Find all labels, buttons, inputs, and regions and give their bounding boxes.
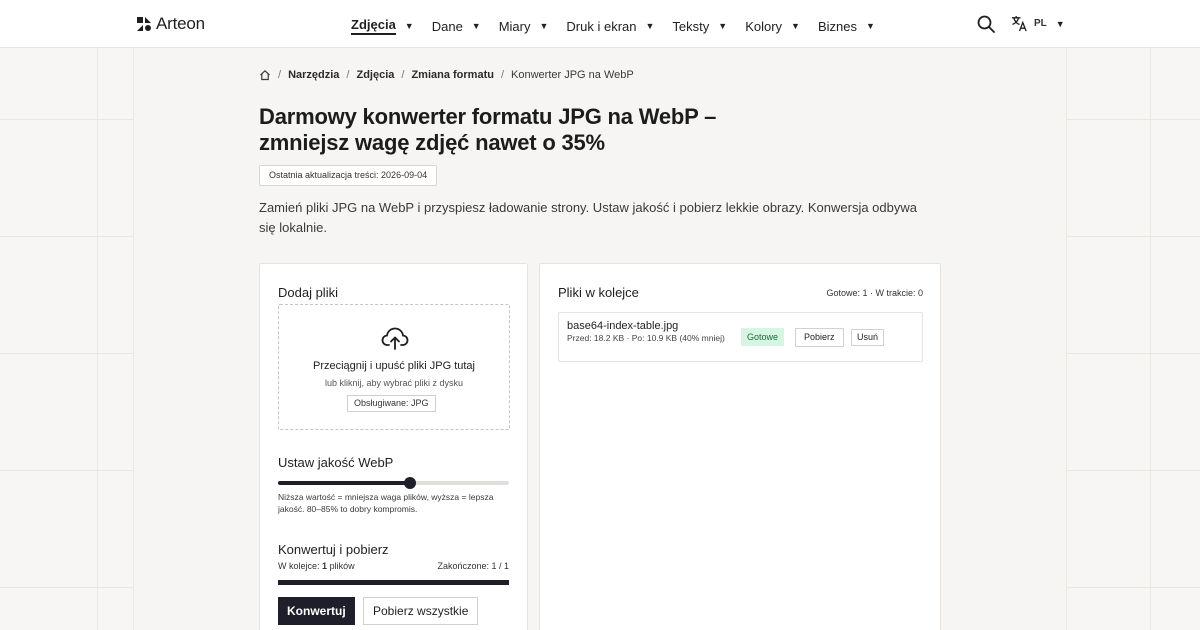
site-header: Arteon Zdjęcia ▼ Dane ▼ Miary ▼ Druk i e… xyxy=(0,0,1200,48)
nav-item-teksty[interactable]: Teksty ▼ xyxy=(672,17,727,35)
progress-fill xyxy=(278,580,509,585)
nav-label: Dane xyxy=(431,18,463,34)
dropzone-subtext: lub kliknij, aby wybrać pliki z dysku xyxy=(324,378,464,388)
cloud-upload-icon xyxy=(381,327,409,350)
caret-down-icon: ▼ xyxy=(866,21,875,31)
caret-down-icon: ▼ xyxy=(1055,18,1065,29)
nav-item-dane[interactable]: Dane ▼ xyxy=(432,17,481,35)
logo[interactable]: Arteon xyxy=(136,14,205,34)
quality-heading: Ustaw jakość WebP xyxy=(278,455,394,470)
caret-down-icon: ▼ xyxy=(539,21,549,31)
supported-formats-badge: Obsługiwane: JPG xyxy=(347,395,436,412)
translate-icon xyxy=(1011,15,1027,32)
language-selector[interactable]: PL ▼ xyxy=(1011,15,1065,32)
nav-item-druk-i-ekran[interactable]: Druk i ekran ▼ xyxy=(566,17,654,35)
nav-label: Miary xyxy=(498,18,531,34)
caret-down-icon: ▼ xyxy=(718,21,728,31)
queue-number: 1 xyxy=(322,561,328,571)
caret-down-icon: ▼ xyxy=(791,21,800,31)
home-icon[interactable] xyxy=(259,69,271,81)
breadcrumb-separator: / xyxy=(500,69,505,81)
file-row: base64-index-table.jpg Przed: 18.2 KB · … xyxy=(558,312,923,362)
dropzone-instruction: Przeciągnij i upuść pliki JPG tutaj xyxy=(312,360,475,372)
breadcrumb-narzedzia[interactable]: Narzędzia xyxy=(288,69,339,81)
status-badge: Gotowe xyxy=(741,328,785,346)
breadcrumb-separator: / xyxy=(401,69,405,81)
nav-label: Teksty xyxy=(672,18,710,34)
caret-down-icon: ▼ xyxy=(645,21,655,31)
queue-panel: Pliki w kolejce Gotowe: 1 · W trakcie: 0… xyxy=(539,263,941,630)
quality-slider[interactable] xyxy=(278,476,509,490)
queue-status: Gotowe: 1 · W trakcie: 0 xyxy=(826,288,923,298)
caret-down-icon: ▼ xyxy=(471,21,481,31)
search-button[interactable] xyxy=(977,15,995,33)
download-all-button[interactable]: Pobierz wszystkie xyxy=(363,597,479,625)
slider-fill xyxy=(278,481,410,485)
breadcrumb-zdjecia[interactable]: Zdjęcia xyxy=(356,69,394,81)
nav-item-biznes[interactable]: Biznes ▼ xyxy=(818,17,875,35)
last-updated-badge: Ostatnia aktualizacja treści: 2026-09-04 xyxy=(259,165,438,186)
upload-panel: Dodaj pliki Przeciągnij i upuść pliki JP… xyxy=(259,263,528,630)
file-dropzone[interactable]: Przeciągnij i upuść pliki JPG tutaj lub … xyxy=(278,304,510,430)
nav-item-zdjecia[interactable]: Zdjęcia ▼ xyxy=(351,17,414,35)
breadcrumb-current: Konwerter JPG na WebP xyxy=(511,69,634,81)
main-nav: Zdjęcia ▼ Dane ▼ Miary ▼ Druk i ekran ▼ … xyxy=(351,17,893,35)
progress-bar xyxy=(278,580,509,585)
breadcrumb-separator: / xyxy=(278,69,282,81)
page-description: Zamień pliki JPG na WebP i przyspiesz ła… xyxy=(259,200,917,235)
language-code: PL xyxy=(1034,18,1047,29)
download-button[interactable]: Pobierz xyxy=(795,328,844,347)
page-title: Darmowy konwerter formatu JPG na WebP – … xyxy=(259,104,717,155)
logo-icon xyxy=(137,17,151,31)
caret-down-icon: ▼ xyxy=(404,21,414,31)
search-icon xyxy=(977,15,995,33)
breadcrumb-zmiana-formatu[interactable]: Zmiana formatu xyxy=(411,69,494,81)
brand-name: Arteon xyxy=(156,14,205,33)
nav-label: Druk i ekran xyxy=(566,18,637,34)
nav-label: Kolory xyxy=(745,18,783,34)
queue-heading: Pliki w kolejce xyxy=(558,285,639,300)
convert-heading: Konwertuj i pobierz xyxy=(278,542,389,557)
remove-button[interactable]: Usuń xyxy=(851,329,885,346)
breadcrumb: / Narzędzia / Zdjęcia / Zmiana formatu /… xyxy=(259,69,634,81)
nav-item-kolory[interactable]: Kolory ▼ xyxy=(745,17,800,35)
main-content: / Narzędzia / Zdjęcia / Zmiana formatu /… xyxy=(134,48,1066,630)
breadcrumb-separator: / xyxy=(346,69,350,81)
queue-suffix: plików xyxy=(329,561,355,571)
file-size-info: Przed: 18.2 KB · Po: 10.9 KB (40% mniej) xyxy=(567,333,725,343)
queue-prefix: W kolejce: xyxy=(278,561,320,571)
convert-button[interactable]: Konwertuj xyxy=(278,597,355,625)
nav-label: Zdjęcia xyxy=(351,17,396,35)
nav-label: Biznes xyxy=(817,18,857,34)
nav-item-miary[interactable]: Miary ▼ xyxy=(499,17,549,35)
slider-thumb[interactable] xyxy=(403,477,416,489)
quality-help-text: Niższa wartość = mniejsza waga plików, w… xyxy=(278,492,494,514)
upload-heading: Dodaj pliki xyxy=(278,285,338,300)
queue-count: W kolejce: 1 plików xyxy=(278,561,355,571)
done-count: Zakończone: 1 / 1 xyxy=(437,561,509,571)
file-name: base64-index-table.jpg xyxy=(567,320,679,332)
